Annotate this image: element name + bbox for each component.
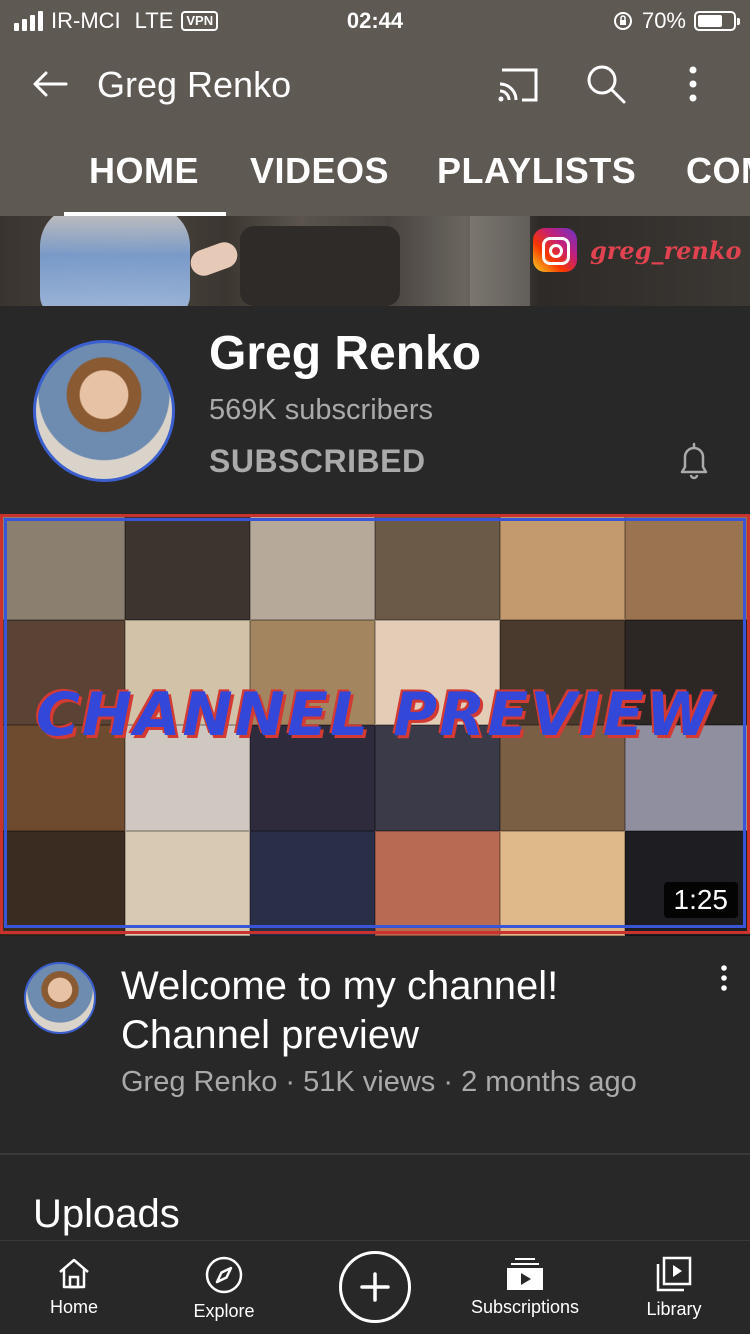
compass-icon bbox=[205, 1256, 243, 1294]
instagram-handle[interactable]: greg_renko bbox=[590, 236, 741, 265]
bell-icon[interactable] bbox=[674, 438, 714, 482]
channel-avatar[interactable] bbox=[33, 340, 175, 482]
featured-video-info: Welcome to my channel! Channel preview G… bbox=[0, 936, 750, 1154]
status-right: 70% bbox=[612, 8, 740, 34]
app-bar-title: Greg Renko bbox=[97, 64, 292, 105]
uploads-heading: Uploads bbox=[33, 1192, 180, 1236]
battery-icon bbox=[694, 11, 740, 31]
banner-couch bbox=[240, 226, 400, 306]
banner-lamp bbox=[470, 216, 530, 306]
nav-library-label: Library bbox=[646, 1299, 702, 1319]
nav-subscriptions[interactable]: Subscriptions bbox=[466, 1241, 584, 1334]
create-button[interactable] bbox=[339, 1251, 411, 1323]
library-icon bbox=[656, 1256, 692, 1292]
app-bar: Greg Renko bbox=[0, 40, 750, 130]
video-title[interactable]: Welcome to my channel! Channel preview bbox=[121, 962, 681, 1060]
subscriptions-icon bbox=[507, 1258, 543, 1290]
video-meta: Greg Renko · 51K views · 2 months ago bbox=[121, 1066, 637, 1098]
nav-explore-label: Explore bbox=[193, 1301, 255, 1321]
section-divider bbox=[0, 1153, 750, 1155]
subscriber-count: 569K subscribers bbox=[209, 394, 434, 426]
search-icon[interactable] bbox=[582, 60, 630, 108]
thumbnail-title-text: CHANNEL PREVIEW bbox=[35, 680, 715, 750]
plus-icon bbox=[360, 1272, 390, 1302]
video-duration: 1:25 bbox=[663, 882, 738, 918]
tab-home[interactable]: HOME bbox=[89, 150, 199, 192]
video-channel-avatar[interactable] bbox=[24, 962, 96, 1034]
subscribed-button[interactable]: SUBSCRIBED bbox=[209, 443, 426, 480]
tab-community[interactable]: COMMUNITY bbox=[686, 150, 750, 192]
banner-hand bbox=[187, 238, 241, 280]
home-icon bbox=[59, 1258, 89, 1289]
nav-subscriptions-label: Subscriptions bbox=[470, 1297, 580, 1317]
bottom-navigation: Home Explore Subscriptions Library bbox=[0, 1240, 750, 1334]
battery-percent: 70% bbox=[641, 8, 686, 33]
channel-tabs: HOME VIDEOS PLAYLISTS COMMUNITY bbox=[0, 130, 750, 216]
nav-home[interactable]: Home bbox=[38, 1241, 110, 1334]
video-more-icon[interactable] bbox=[712, 962, 736, 998]
featured-video-thumbnail[interactable]: CHANNEL PREVIEW 1:25 bbox=[0, 514, 750, 936]
tab-videos[interactable]: VIDEOS bbox=[250, 150, 389, 192]
channel-banner: greg_renko bbox=[0, 216, 750, 306]
back-arrow-icon[interactable] bbox=[28, 62, 72, 106]
cast-icon[interactable] bbox=[494, 62, 542, 106]
nav-explore[interactable]: Explore bbox=[184, 1241, 264, 1334]
nav-home-label: Home bbox=[49, 1297, 98, 1317]
more-vert-icon[interactable] bbox=[676, 62, 710, 106]
rotation-lock-icon bbox=[613, 12, 632, 30]
instagram-icon[interactable] bbox=[533, 228, 577, 272]
status-bar: IR-MCI LTE VPN 02:44 70% bbox=[0, 0, 750, 40]
tab-playlists[interactable]: PLAYLISTS bbox=[437, 150, 636, 192]
channel-name: Greg Renko bbox=[209, 327, 482, 380]
channel-header: Greg Renko 569K subscribers SUBSCRIBED bbox=[0, 306, 750, 514]
nav-library[interactable]: Library bbox=[638, 1241, 710, 1334]
banner-person bbox=[40, 216, 190, 306]
